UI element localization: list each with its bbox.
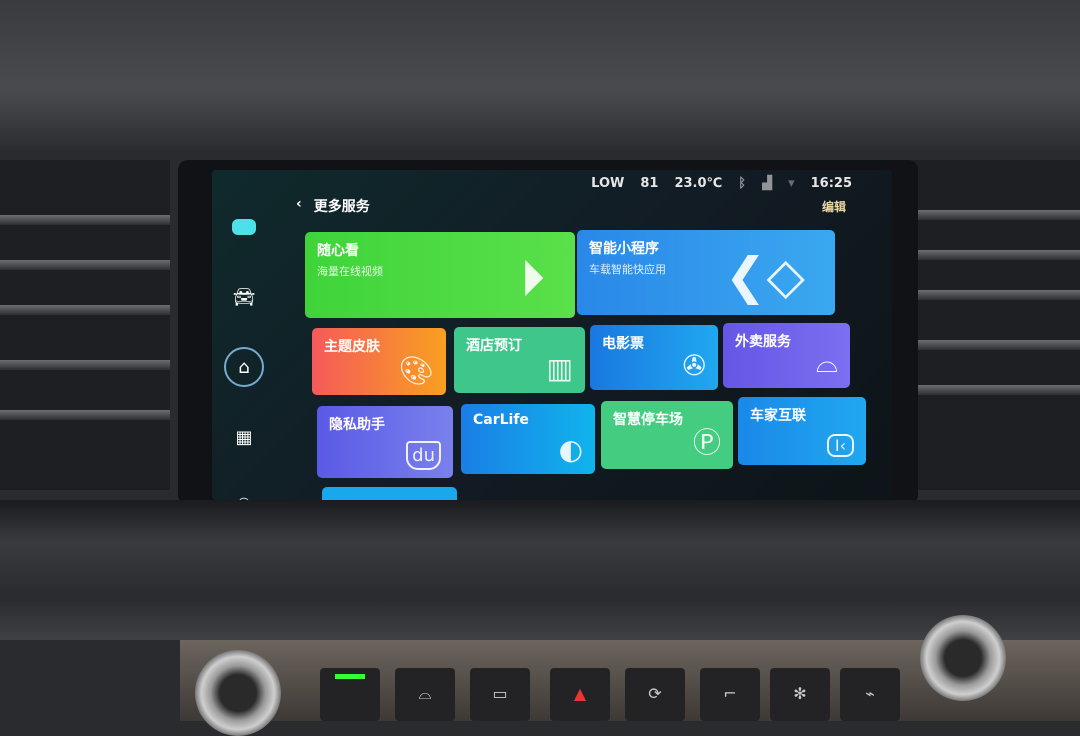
page-header: ‹ 更多服务 <box>296 196 370 216</box>
assistant-icon[interactable] <box>226 192 262 262</box>
ac-button[interactable] <box>320 668 380 721</box>
defrost-front-button[interactable]: ⌓ <box>395 668 455 721</box>
tile-mini-program[interactable]: 智能小程序 车载智能快应用 ❮◇ <box>577 230 835 315</box>
tile-theme-skin[interactable]: 主题皮肤 🎨︎ <box>312 328 446 395</box>
tile-privacy-assistant[interactable]: 隐私助手 du <box>317 406 453 478</box>
tile-carlife[interactable]: CarLife ◐ <box>461 404 595 474</box>
page-title: 更多服务 <box>313 199 370 215</box>
tile-smart-parking[interactable]: 智慧停车场 Ⓟ <box>601 401 733 469</box>
tile-food-delivery[interactable]: 外卖服务 ⌓ <box>723 323 850 388</box>
tile-movie-ticket[interactable]: 电影票 ✇ <box>590 325 718 390</box>
right-air-vent <box>890 160 1080 490</box>
infotainment-screen: LOW 81 23.0℃ ᛒ ▟ ▾ 16:25 🚘︎ ⌂ ▦ 👤︎ ‹ 更多服… <box>212 170 892 500</box>
defrost-rear-button[interactable]: ▭ <box>470 668 530 721</box>
dashboard-top <box>0 0 1080 150</box>
sidebar: 🚘︎ ⌂ ▦ 👤︎ <box>224 192 264 501</box>
seat-heat-button[interactable]: ⌐ <box>700 668 760 721</box>
right-knob[interactable] <box>920 615 1006 701</box>
apps-icon[interactable]: ▦ <box>226 402 262 472</box>
signal-icon: ▟ <box>762 176 773 191</box>
bluetooth-icon: ᛒ <box>738 176 747 191</box>
tile-car-home-link[interactable]: 车家互联 I‹ <box>738 397 866 465</box>
car-home-link-icon: I‹ <box>826 434 854 457</box>
user-icon[interactable]: 👤︎ <box>226 472 262 501</box>
hotel-icon: ▥ <box>546 352 573 385</box>
back-button[interactable]: ‹ <box>296 196 302 216</box>
fan-button[interactable]: ✻ <box>770 668 830 721</box>
wifi-icon: ▾ <box>788 176 795 191</box>
film-reel-icon: ✇ <box>682 349 706 382</box>
tile-partial[interactable] <box>322 487 457 500</box>
dashboard-trim <box>0 500 1080 640</box>
carlife-icon: ◐ <box>558 433 583 466</box>
seat-status: 81 <box>640 176 659 191</box>
du-shield-icon: du <box>406 441 441 470</box>
left-knob[interactable] <box>195 650 281 736</box>
tile-hotel[interactable]: 酒店预订 ▥ <box>454 327 585 393</box>
edit-button[interactable]: 编辑 <box>822 198 846 215</box>
hazard-button[interactable]: ▲ <box>550 668 610 721</box>
cloche-icon: ⌓ <box>815 346 838 379</box>
car-icon[interactable]: 🚘︎ <box>226 262 262 332</box>
clock: 16:25 <box>810 176 852 191</box>
play-icon: ⏵ <box>520 249 545 307</box>
home-icon[interactable]: ⌂ <box>224 347 264 387</box>
parking-icon: Ⓟ <box>692 426 721 459</box>
mini-program-icon: ❮◇ <box>724 247 805 305</box>
left-air-vent <box>0 160 170 490</box>
auto-button[interactable]: ⌁ <box>840 668 900 721</box>
temperature: 23.0℃ <box>674 176 723 191</box>
status-bar: LOW 81 23.0℃ ᛒ ▟ ▾ 16:25 <box>591 176 852 191</box>
fan-level: LOW <box>591 176 625 191</box>
tile-video[interactable]: 随心看 海量在线视频 ⏵ <box>305 232 575 318</box>
recirculation-button[interactable]: ⟳ <box>625 668 685 721</box>
palette-icon: 🎨︎ <box>398 354 434 387</box>
